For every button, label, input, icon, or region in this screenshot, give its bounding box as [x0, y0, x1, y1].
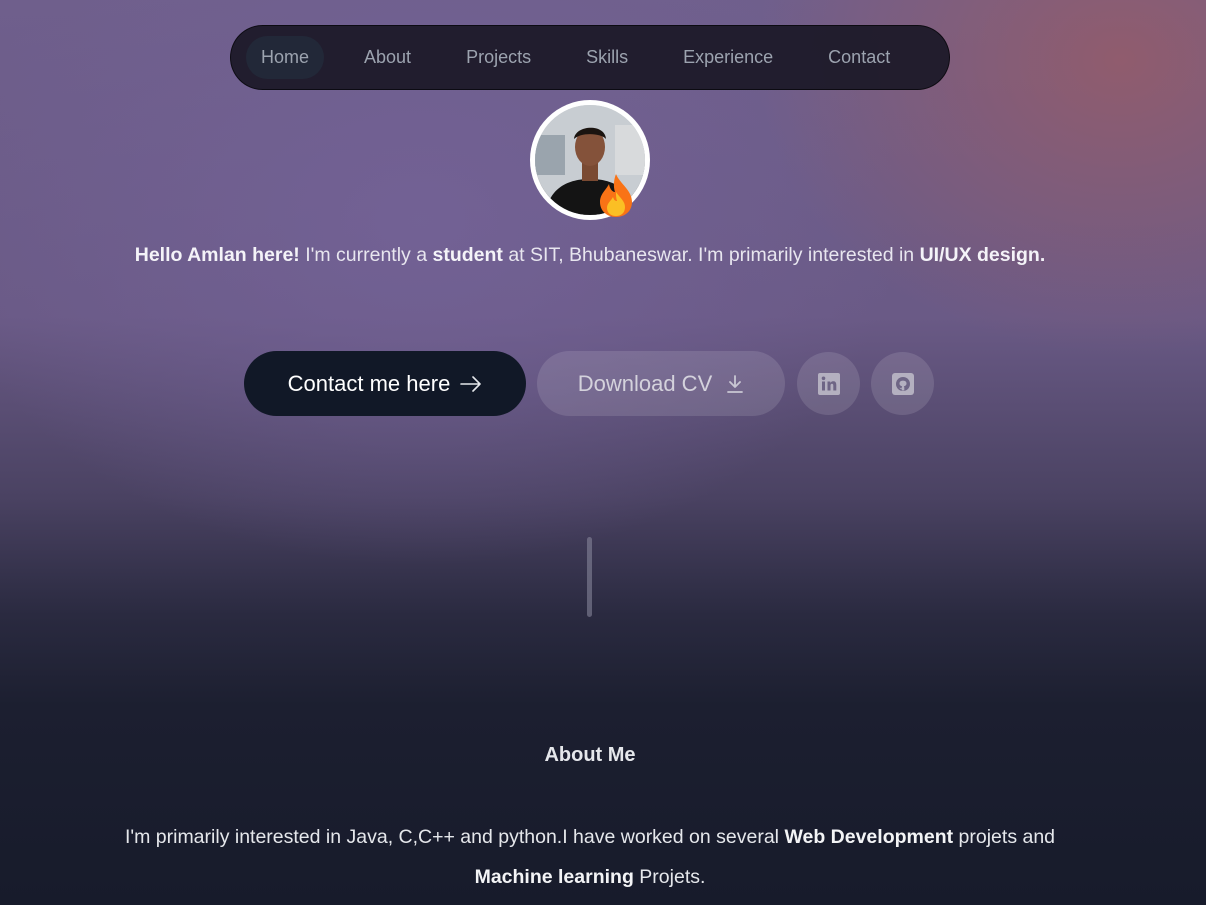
about-highlight-ml: Machine learning — [474, 866, 634, 888]
about-highlight-web: Web Development — [784, 826, 954, 848]
linkedin-button[interactable] — [797, 352, 860, 415]
about-part2: projets and — [953, 826, 1056, 848]
intro-text: Hello Amlan here! I'm currently a studen… — [120, 240, 1060, 270]
fire-emoji-icon — [600, 174, 632, 217]
arrow-right-icon — [460, 375, 482, 392]
contact-me-button[interactable]: Contact me here — [244, 351, 526, 416]
github-icon — [891, 372, 914, 395]
nav-experience[interactable]: Experience — [668, 36, 788, 79]
nav-skills[interactable]: Skills — [571, 36, 643, 79]
contact-button-label: Contact me here — [287, 370, 451, 396]
intro-role: student — [432, 244, 503, 266]
intro-part2: at SIT, Bhubaneswar. I'm primarily inter… — [502, 244, 920, 266]
about-part1: I'm primarily interested in Java, C,C++ … — [124, 826, 785, 848]
nav-projects[interactable]: Projects — [451, 36, 546, 79]
github-button[interactable] — [871, 352, 934, 415]
linkedin-icon — [817, 372, 840, 395]
top-nav: Home About Projects Skills Experience Co… — [230, 25, 950, 90]
about-text: I'm primarily interested in Java, C,C++ … — [120, 817, 1060, 897]
intro-interest: UI/UX design. — [919, 244, 1046, 266]
scroll-indicator — [587, 537, 592, 617]
about-part3: Projets. — [633, 866, 706, 888]
nav-about[interactable]: About — [349, 36, 426, 79]
download-icon — [727, 374, 744, 393]
download-cv-button[interactable]: Download CV — [537, 351, 785, 416]
nav-home[interactable]: Home — [246, 36, 325, 79]
intro-part1: I'm currently a — [299, 244, 433, 266]
about-heading: About Me — [544, 744, 636, 766]
nav-contact[interactable]: Contact — [813, 36, 905, 79]
download-cv-label: Download CV — [577, 370, 713, 396]
intro-greeting: Hello Amlan here! — [134, 244, 300, 266]
